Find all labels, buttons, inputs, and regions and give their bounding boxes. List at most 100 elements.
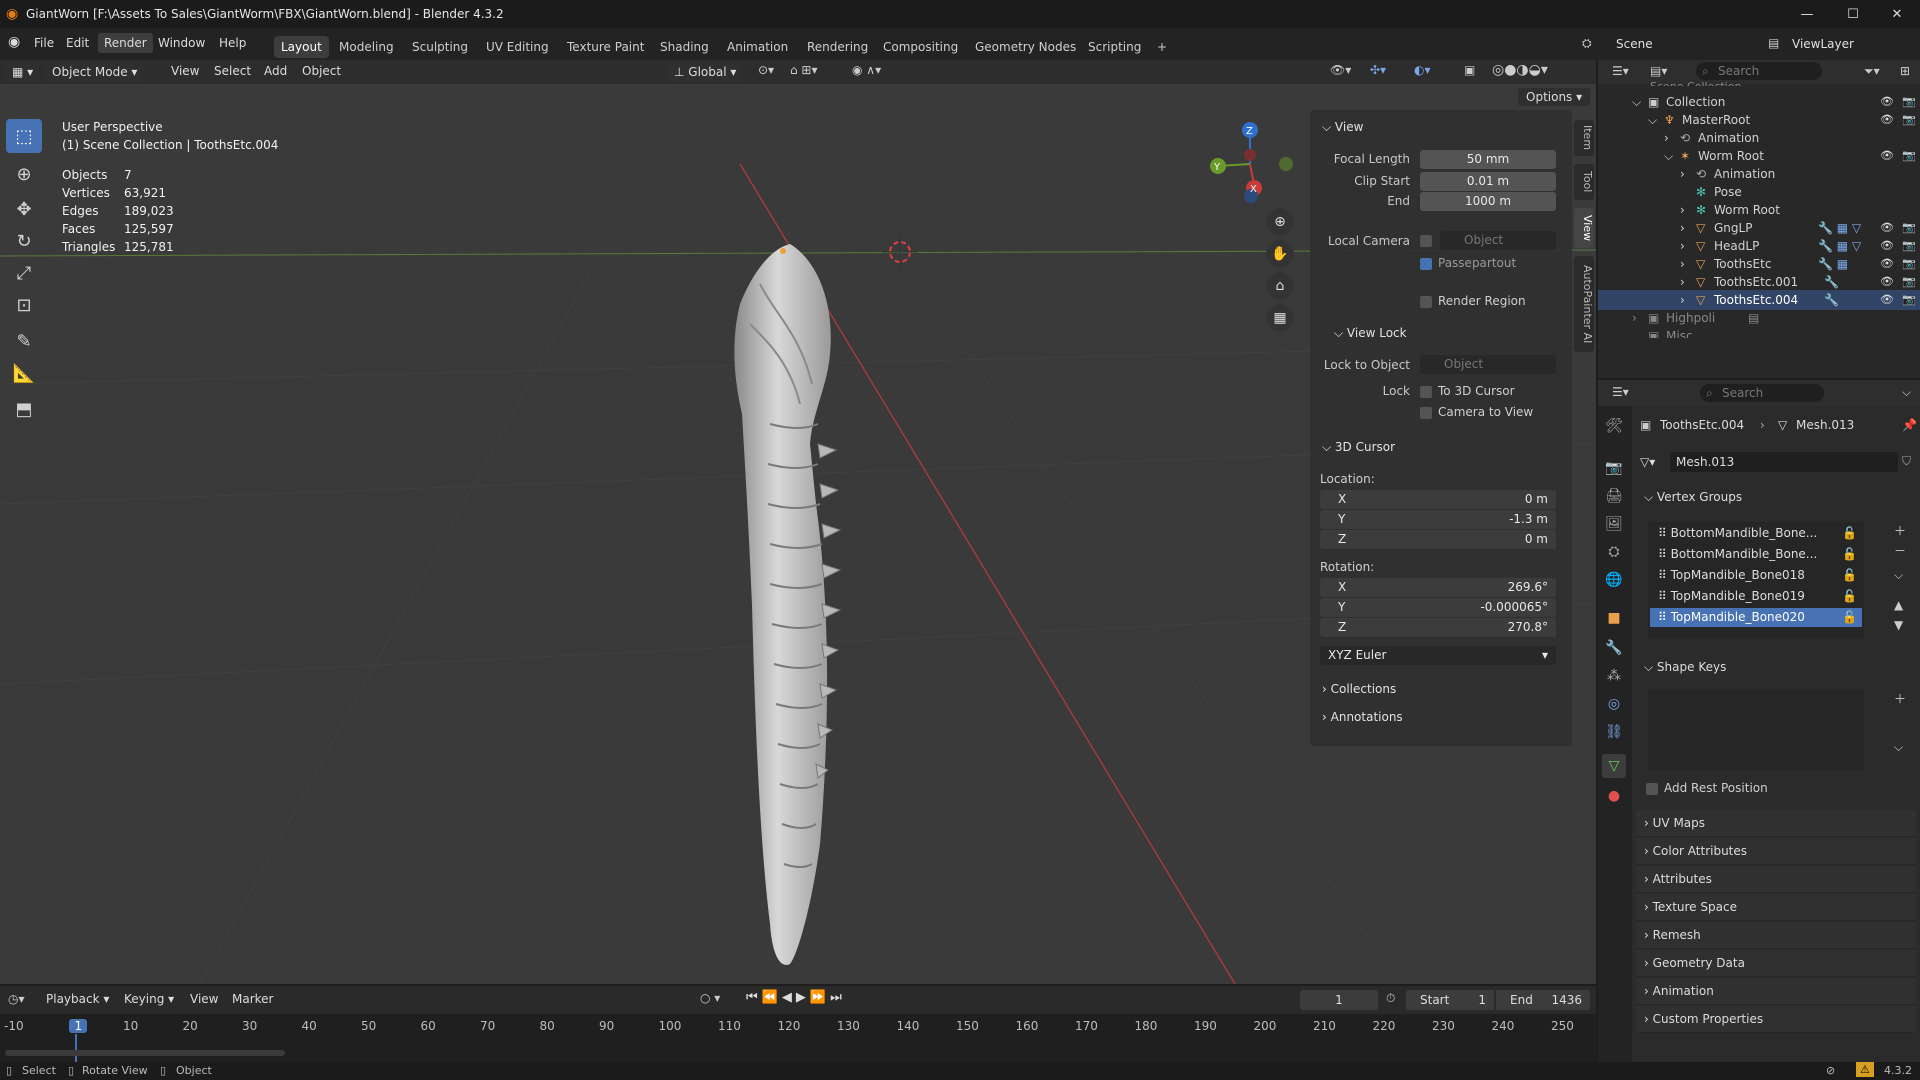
outliner-row[interactable]: › ▽ HeadLP 🔧 ▦ ▽ bbox=[1598, 236, 1920, 256]
collections-header[interactable]: › Collections bbox=[1322, 682, 1396, 696]
mesh-datablock-icon[interactable]: ▽▾ bbox=[1640, 455, 1655, 469]
object-tab-icon[interactable]: ■ bbox=[1602, 606, 1626, 630]
tab-shading[interactable]: Shading bbox=[653, 36, 716, 58]
start-frame-field[interactable]: Start 1 bbox=[1406, 990, 1494, 1010]
shading-modes-icon[interactable]: ◎●◑◒▾ bbox=[1492, 62, 1548, 78]
playback-menu[interactable]: Playback ▾ bbox=[46, 992, 109, 1006]
cursor-rotation-x[interactable]: X 269.6° bbox=[1320, 578, 1556, 597]
move-up-icon[interactable]: ▲ bbox=[1894, 598, 1903, 612]
expand-icon[interactable]: › bbox=[1680, 254, 1685, 274]
playhead-line[interactable] bbox=[75, 1034, 77, 1062]
physics-tab-icon[interactable]: ◎ bbox=[1602, 692, 1626, 716]
outliner-search-input[interactable]: ⌕ Search bbox=[1696, 62, 1822, 80]
outliner-row[interactable]: ⌵ ✶ Worm Root bbox=[1598, 146, 1920, 166]
mesh-data-tab-icon[interactable]: ▽ bbox=[1602, 754, 1626, 778]
outliner-row[interactable]: ✻ Pose bbox=[1598, 182, 1920, 202]
gizmo-toggle-icon[interactable]: ✣▾ bbox=[1370, 63, 1386, 77]
outliner-row[interactable]: › ▽ ToothsEtc 🔧 ▦ bbox=[1598, 254, 1920, 274]
view-layer-selector[interactable]: ViewLayer bbox=[1792, 37, 1854, 51]
outliner-row[interactable]: ▣ Misc bbox=[1598, 326, 1920, 338]
render-camera-icon[interactable]: 📷 bbox=[1902, 95, 1916, 108]
remove-vertex-group-button[interactable]: － bbox=[1894, 542, 1906, 559]
shape-key-menu-icon[interactable]: ⌵ bbox=[1894, 740, 1903, 755]
animation-section[interactable]: › Animation bbox=[1636, 978, 1916, 1005]
tab-geometry-nodes[interactable]: Geometry Nodes bbox=[968, 36, 1083, 58]
annotations-header[interactable]: › Annotations bbox=[1322, 710, 1403, 724]
render-region-checkbox[interactable] bbox=[1420, 296, 1432, 308]
outliner-row[interactable]: › ▽ GngLP 🔧 ▦ ▽ bbox=[1598, 218, 1920, 238]
visibility-eye-icon[interactable]: 👁 bbox=[1880, 95, 1894, 108]
overlay-toggle-icon[interactable]: ◐▾ bbox=[1414, 63, 1431, 77]
attributes-section[interactable]: › Attributes bbox=[1636, 866, 1916, 893]
keying-menu[interactable]: Keying ▾ bbox=[124, 992, 174, 1006]
worm-mesh[interactable] bbox=[734, 244, 842, 965]
3d-cursor-header[interactable]: ⌵ 3D Cursor bbox=[1322, 440, 1395, 455]
display-mode-icon[interactable]: ▤▾ bbox=[1650, 64, 1667, 78]
outliner-row[interactable]: › ▽ ToothsEtc.001 🔧 bbox=[1598, 272, 1920, 292]
cursor-rotation-z[interactable]: Z 270.8° bbox=[1320, 618, 1556, 637]
render-camera-icon[interactable]: 📷 bbox=[1902, 293, 1916, 306]
tab-texture-paint[interactable]: Texture Paint bbox=[560, 36, 651, 58]
scene-selector[interactable]: Scene bbox=[1616, 37, 1653, 51]
pivot-icon[interactable]: ⊙▾ bbox=[758, 63, 774, 77]
render-camera-icon[interactable]: 📷 bbox=[1902, 149, 1916, 162]
tab-animation[interactable]: Animation bbox=[720, 36, 795, 58]
transform-tool-icon[interactable]: ⊡ bbox=[6, 288, 42, 322]
visibility-eye-icon[interactable]: 👁 bbox=[1880, 221, 1894, 234]
rotate-tool-icon[interactable]: ↻ bbox=[6, 224, 42, 258]
zoom-icon[interactable]: ⊕ bbox=[1266, 208, 1294, 236]
navigation-gizmo[interactable]: Z Y X bbox=[1210, 122, 1293, 203]
current-frame-field[interactable]: 1 bbox=[1300, 990, 1378, 1010]
add-workspace-button[interactable]: + bbox=[1150, 36, 1174, 58]
menu-object[interactable]: Object bbox=[302, 64, 341, 78]
vertex-groups-header[interactable]: ⌵ Vertex Groups bbox=[1644, 490, 1742, 505]
geometry-data-section[interactable]: › Geometry Data bbox=[1636, 950, 1916, 977]
texture-space-section[interactable]: › Texture Space bbox=[1636, 894, 1916, 921]
render-camera-icon[interactable]: 📷 bbox=[1902, 239, 1916, 252]
warning-icon[interactable]: ⚠ bbox=[1856, 1062, 1874, 1077]
outliner-editor-icon[interactable]: ☰▾ bbox=[1612, 64, 1629, 78]
select-box-tool-icon[interactable]: ⬚ bbox=[6, 119, 42, 153]
visibility-eye-icon[interactable]: 👁 bbox=[1880, 149, 1894, 162]
view-section-header[interactable]: ⌵ View bbox=[1322, 120, 1363, 135]
expand-icon[interactable]: ⌵ bbox=[1648, 110, 1657, 130]
timeline-editor-icon[interactable]: ◷▾ bbox=[8, 992, 25, 1006]
menu-select[interactable]: Select bbox=[214, 64, 251, 78]
list-item[interactable]: ⠿ BottomMandible_Bone... 🔓 bbox=[1650, 545, 1862, 564]
close-button[interactable]: ✕ bbox=[1874, 0, 1920, 28]
list-item[interactable]: ⠿ BottomMandible_Bone... 🔓 bbox=[1650, 524, 1862, 543]
expand-icon[interactable]: › bbox=[1680, 164, 1685, 184]
tab-rendering[interactable]: Rendering bbox=[800, 36, 875, 58]
menu-file[interactable]: File bbox=[34, 36, 54, 50]
add-vertex-group-button[interactable]: ＋ bbox=[1894, 522, 1906, 539]
visibility-icon[interactable]: 👁▾ bbox=[1330, 63, 1351, 77]
lock-icon[interactable]: 🔓 bbox=[1842, 545, 1857, 564]
tab-tool[interactable]: Tool bbox=[1574, 164, 1594, 200]
list-item-selected[interactable]: ⠿ TopMandible_Bone020 🔓 bbox=[1650, 608, 1862, 627]
visibility-eye-icon[interactable]: 👁 bbox=[1880, 113, 1894, 126]
custom-properties-section[interactable]: › Custom Properties bbox=[1636, 1006, 1916, 1033]
expand-icon[interactable]: › bbox=[1680, 200, 1685, 220]
measure-tool-icon[interactable]: 📐 bbox=[6, 356, 42, 390]
pan-hand-icon[interactable]: ✋ bbox=[1266, 240, 1294, 268]
lock-icon[interactable]: 🔓 bbox=[1842, 524, 1857, 543]
cursor-location-z[interactable]: Z 0 m bbox=[1320, 530, 1556, 549]
expand-icon[interactable]: › bbox=[1664, 128, 1669, 148]
focal-length-field[interactable]: 50 mm bbox=[1420, 150, 1556, 169]
annotate-tool-icon[interactable]: ✎ bbox=[6, 324, 42, 358]
menu-view[interactable]: View bbox=[171, 64, 199, 78]
render-camera-icon[interactable]: 📷 bbox=[1902, 221, 1916, 234]
scene-collection-row[interactable]: Scene Collection bbox=[1650, 80, 1741, 86]
visibility-eye-icon[interactable]: 👁 bbox=[1880, 257, 1894, 270]
timeline-scrollbar[interactable] bbox=[5, 1050, 285, 1056]
new-collection-icon[interactable]: ⊞ bbox=[1900, 64, 1910, 78]
menu-window[interactable]: Window bbox=[158, 36, 205, 50]
expand-icon[interactable]: › bbox=[1680, 218, 1685, 238]
end-frame-field[interactable]: End 1436 bbox=[1496, 990, 1590, 1010]
cursor-location-x[interactable]: X 0 m bbox=[1320, 490, 1556, 509]
options-button[interactable]: Options ▾ bbox=[1518, 88, 1591, 106]
lock-object-field[interactable]: Object bbox=[1420, 355, 1556, 374]
visibility-eye-icon[interactable]: 👁 bbox=[1880, 293, 1894, 306]
rotation-mode-dropdown[interactable]: XYZ Euler ▾ bbox=[1320, 646, 1556, 665]
add-rest-position-checkbox[interactable] bbox=[1646, 783, 1658, 795]
